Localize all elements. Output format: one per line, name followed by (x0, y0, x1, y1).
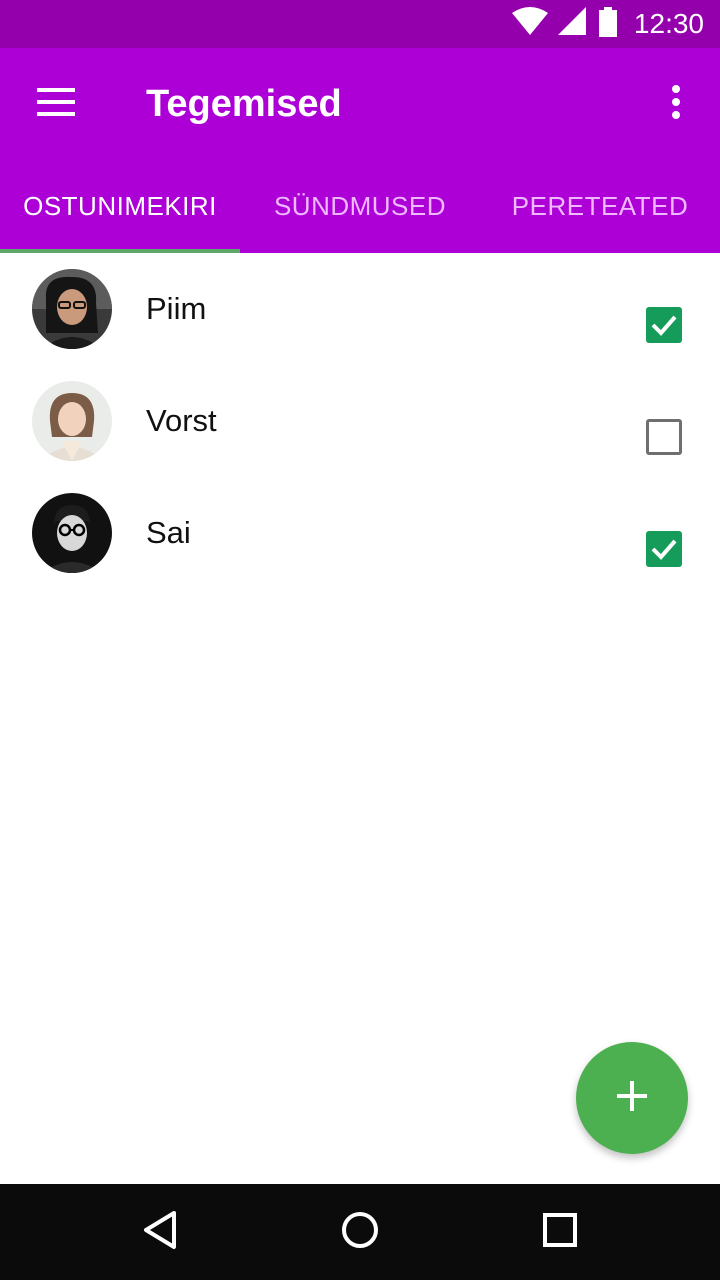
list-item[interactable]: Vorst (0, 365, 720, 477)
item-checkbox[interactable] (646, 307, 682, 343)
home-button[interactable] (332, 1204, 388, 1260)
plus-icon (617, 1080, 647, 1116)
wifi-icon (511, 6, 548, 42)
app-title: Tegemised (146, 83, 342, 125)
avatar (32, 493, 112, 573)
signal-icon (557, 6, 588, 42)
battery-icon (598, 6, 618, 42)
status-time: 12:30 (633, 8, 704, 39)
list-item[interactable]: Piim (0, 253, 720, 365)
tab-label: OSTUNIMEKIRI (23, 191, 217, 221)
item-checkbox[interactable] (646, 531, 682, 567)
recents-icon (542, 1212, 578, 1253)
back-icon (142, 1210, 178, 1255)
overflow-menu-button[interactable] (644, 72, 708, 136)
add-item-button[interactable] (576, 1042, 688, 1154)
tab-label: SÜNDMUSED (273, 191, 447, 221)
item-label: Vorst (146, 403, 217, 438)
status-bar: 12:30 (0, 0, 720, 48)
tab-bar: OSTUNIMEKIRI SÜNDMUSED PERETEATED (0, 160, 720, 253)
item-label: Piim (146, 291, 207, 326)
list-item[interactable]: Sai (0, 477, 720, 589)
tab-sundmused[interactable]: SÜNDMUSED (240, 160, 480, 253)
shopping-list: Piim Vorst Sai (0, 253, 720, 589)
item-checkbox[interactable] (646, 419, 682, 455)
item-label: Sai (146, 515, 191, 550)
hamburger-menu-icon (37, 87, 75, 121)
avatar (32, 269, 112, 349)
tab-pereteated[interactable]: PERETEATED (480, 160, 720, 253)
screen: 12:30 Tegemised OSTUNIMEKIRI SÜNDMUSED P… (0, 0, 720, 1280)
menu-button[interactable] (24, 72, 88, 136)
app-bar: Tegemised (0, 48, 720, 160)
tab-ostunimekiri[interactable]: OSTUNIMEKIRI (0, 160, 240, 253)
back-button[interactable] (132, 1204, 188, 1260)
avatar (32, 381, 112, 461)
home-icon (340, 1210, 380, 1255)
tab-label: PERETEATED (511, 191, 689, 221)
status-icons: 12:30 (511, 0, 704, 48)
check-icon (646, 315, 682, 347)
check-icon (646, 539, 682, 571)
navigation-bar (0, 1184, 720, 1280)
more-vert-icon (671, 84, 681, 124)
recents-button[interactable] (532, 1204, 588, 1260)
